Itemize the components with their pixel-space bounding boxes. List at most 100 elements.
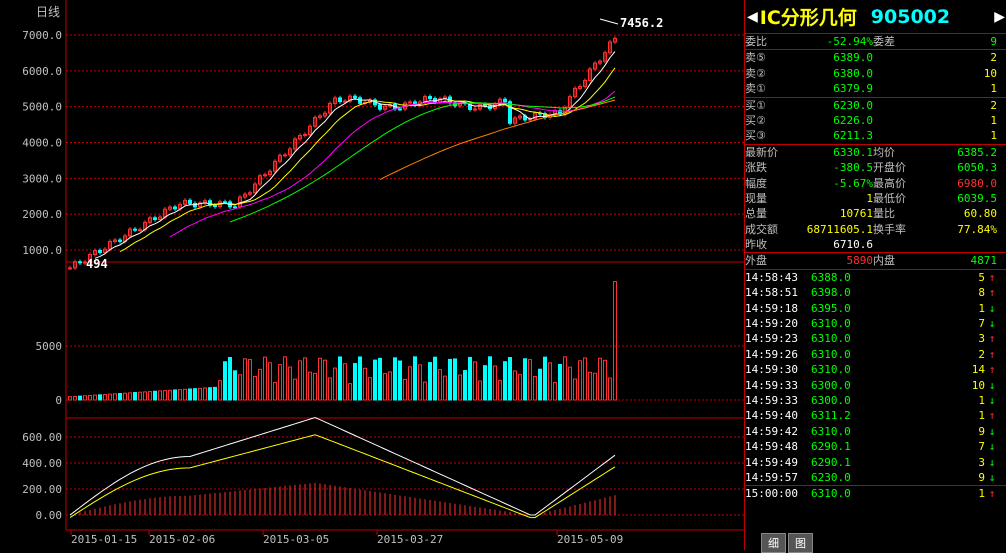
tick-row: 14:58:51 6398.0 8 ↑ <box>745 285 1006 300</box>
tick-row: 14:59:42 6310.0 9 ↓ <box>745 424 1006 439</box>
stat-label-2: 均价 <box>873 145 895 159</box>
tick-direction-icon: ↓ <box>988 470 996 484</box>
bottom-tabs: 细 图 <box>761 533 815 553</box>
tick-price: 6388.0 <box>811 270 851 284</box>
tick-volume: 14 <box>971 363 985 377</box>
buy-label: 买② <box>745 113 766 127</box>
stat-value: 6710.6 <box>833 238 873 252</box>
volume-bar <box>503 361 507 401</box>
tick-row: 14:58:43 6388.0 5 ↑ <box>745 270 1006 285</box>
volume-bar <box>213 386 217 401</box>
tick-time: 14:59:49 <box>745 455 798 469</box>
macd-tick-label: 600.00 <box>22 431 62 444</box>
weibi-value: -52.94% <box>826 35 873 48</box>
tick-price: 6310.0 <box>811 347 851 361</box>
stat-label: 现量 <box>745 191 767 205</box>
buy-price: 6230.0 <box>833 98 873 112</box>
buy-label: 买① <box>745 98 766 112</box>
stat-value-2: 6980.0 <box>957 176 997 190</box>
tick-volume: 8 <box>978 286 985 300</box>
volume-bar <box>228 356 232 401</box>
volume-bar <box>153 390 157 401</box>
tick-row: 15:00:00 6310.0 1 ↑ <box>745 486 1006 501</box>
stat-value-2: 6039.5 <box>957 191 997 205</box>
tick-volume: 9 <box>978 424 985 438</box>
sell-label: 卖① <box>745 82 766 96</box>
volume-bar <box>488 356 492 401</box>
sell-volume: 2 <box>990 51 997 65</box>
stat-row: 最新价 6330.1 均价 6385.2 <box>745 145 1006 160</box>
tick-volume: 5 <box>978 270 985 284</box>
candle-body <box>503 98 507 103</box>
volume-bar <box>233 370 237 401</box>
tick-volume: 3 <box>978 332 985 346</box>
volume-bar <box>393 357 397 401</box>
stock-name: IC分形几何 <box>759 7 857 29</box>
stat-label-2: 量比 <box>873 207 895 221</box>
tick-time: 14:59:33 <box>745 378 798 392</box>
volume-bar <box>558 364 562 401</box>
tick-price: 6310.0 <box>811 317 851 331</box>
price-tick-label: 3000.0 <box>22 172 62 185</box>
tick-row: 14:59:26 6310.0 2 ↑ <box>745 347 1006 362</box>
candle-body <box>118 239 122 242</box>
sell-label: 卖② <box>745 66 766 80</box>
tick-time: 15:00:00 <box>745 487 798 501</box>
tick-price: 6300.0 <box>811 393 851 407</box>
stat-label-2: 换手率 <box>873 222 906 236</box>
sell-row: 卖① 6379.9 1 <box>745 81 1006 96</box>
weicha-label: 委差 <box>873 35 895 48</box>
tick-direction-icon: ↓ <box>988 301 996 315</box>
prev-stock-icon[interactable]: ◀ <box>747 9 758 25</box>
quote-panel: ◀ IC分形几何 905002 ▶ 委比 -52.94% 委差 9 卖⑤ 6389.0 2 卖… <box>744 0 1006 553</box>
buy-row: 买② 6226.0 1 <box>745 113 1006 128</box>
volume-bar <box>398 360 402 401</box>
candle-body <box>343 100 347 103</box>
tick-volume: 1 <box>978 487 985 501</box>
tick-volume: 1 <box>978 393 985 407</box>
candle-body <box>378 104 382 110</box>
tab-chart[interactable]: 图 <box>788 533 813 553</box>
candle-body <box>223 201 227 204</box>
tick-volume: 3 <box>978 455 985 469</box>
stat-value: 68711605.1 <box>806 222 873 236</box>
tick-direction-icon: ↑ <box>988 487 996 501</box>
tick-price: 6310.0 <box>811 424 851 438</box>
price-tick-label: 2000.0 <box>22 208 62 221</box>
tick-row: 14:59:30 6310.0 14 ↑ <box>745 362 1006 377</box>
candle-body <box>473 108 477 111</box>
candle-body <box>283 154 287 157</box>
volume-bar <box>358 356 362 401</box>
tick-row: 14:59:33 6300.0 10 ↓ <box>745 378 1006 393</box>
candle-body <box>508 101 512 124</box>
next-stock-icon[interactable]: ▶ <box>994 9 1005 25</box>
candle-body <box>213 204 217 208</box>
tick-row: 14:59:57 6230.0 9 ↓ <box>745 470 1006 487</box>
stat-label: 幅度 <box>745 176 767 190</box>
stat-row: 成交额 68711605.1 换手率 77.84% <box>745 222 1006 237</box>
tick-row: 14:59:40 6311.2 1 ↑ <box>745 408 1006 423</box>
candle-body <box>233 206 237 209</box>
tick-direction-icon: ↑ <box>988 270 996 284</box>
candle-body <box>68 267 72 270</box>
tick-price: 6290.1 <box>811 455 851 469</box>
buy-label: 买③ <box>745 129 766 143</box>
stat-value-2: 60.80 <box>963 207 997 221</box>
kline-chart[interactable]: 日线 7000.0 6000.0 5000.0 4000.0 3000.0 2000.0 1… <box>0 0 744 550</box>
tab-detail[interactable]: 细 <box>761 533 786 553</box>
stat-value: 6330.1 <box>833 145 873 159</box>
tick-direction-icon: ↓ <box>988 317 996 331</box>
volume-tick-label: 5000 <box>36 340 63 353</box>
volume-bar <box>463 370 467 401</box>
sell-price: 6380.0 <box>833 66 873 80</box>
macd-tick-label: 200.00 <box>22 483 62 496</box>
volume-bar <box>373 359 377 401</box>
tick-row: 14:59:49 6290.1 3 ↓ <box>745 455 1006 470</box>
outer-value: 5890 <box>846 254 874 268</box>
stock-code: 905002 <box>870 5 951 28</box>
outer-inner-row: 外盘 5890 内盘 4871 <box>745 253 1006 268</box>
stat-label: 成交额 <box>745 222 778 236</box>
tick-price: 6310.0 <box>811 487 851 501</box>
stat-row: 现量 1 最低价 6039.5 <box>745 191 1006 206</box>
date-label: 2015-01-15 <box>71 533 137 546</box>
